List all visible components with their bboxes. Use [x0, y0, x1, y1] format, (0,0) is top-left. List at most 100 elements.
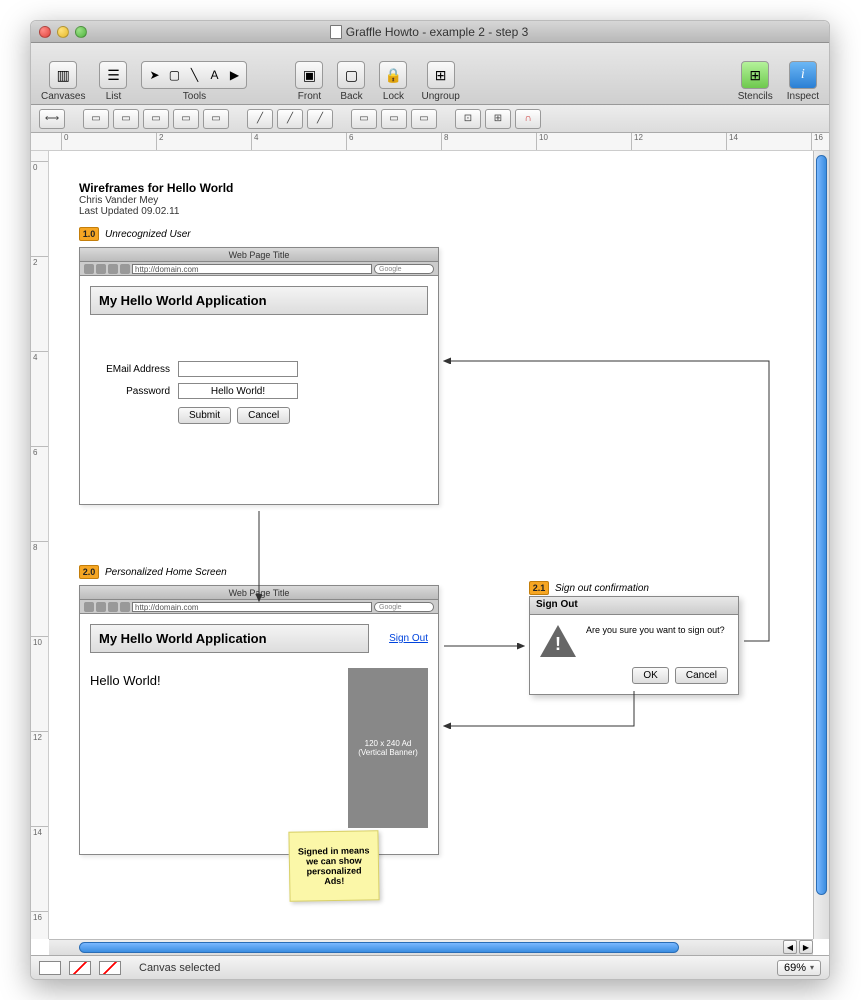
main-toolbar: ▥ Canvases ☰ List ➤ ▢ ╲ A ▶ Tools ▣ Fron… — [31, 43, 829, 105]
search-bar: Google — [374, 264, 434, 274]
browser-navbar: http://domain.com Google — [80, 262, 438, 276]
shadow-swatch[interactable] — [99, 961, 121, 975]
app-title: My Hello World Application — [90, 286, 428, 315]
app-title-2: My Hello World Application — [90, 624, 369, 653]
window-title-text: Graffle Howto - example 2 - step 3 — [346, 25, 529, 39]
more-tools-icon[interactable]: ▶ — [225, 65, 243, 85]
dialog-title: Sign Out — [530, 597, 738, 615]
document-icon — [330, 25, 342, 39]
browser-chrome: Web Page Title — [80, 248, 438, 262]
magnet-button[interactable]: ∩ — [515, 109, 541, 129]
toolbar-back[interactable]: ▢ Back — [337, 61, 365, 102]
nav-fwd-icon — [96, 264, 106, 274]
toolbar-front[interactable]: ▣ Front — [295, 61, 323, 102]
step-21-badge: 2.1 — [529, 581, 549, 595]
toolbar-ungroup[interactable]: ⊞ Ungroup — [421, 61, 459, 102]
nav-reload-icon — [108, 264, 118, 274]
nav-back-icon — [84, 264, 94, 274]
toolbar-list[interactable]: ☰ List — [99, 61, 127, 102]
wireframe-login[interactable]: Web Page Title http://domain.com Google … — [79, 247, 439, 505]
endpoint-3-button[interactable]: ▭ — [411, 109, 437, 129]
nav-back-icon — [84, 602, 94, 612]
send-back-icon: ▢ — [337, 61, 365, 89]
scrollbar-v-thumb[interactable] — [816, 155, 827, 895]
style-2-button[interactable]: ▭ — [113, 109, 139, 129]
step-21-header: 2.1 Sign out confirmation — [529, 581, 649, 595]
step-1-header: 1.0 Unrecognized User — [79, 227, 191, 241]
email-label: EMail Address — [90, 364, 170, 375]
toolbar-lock[interactable]: 🔒 Lock — [379, 61, 407, 102]
ruler-horizontal: 0 2 4 6 8 10 12 14 16 — [31, 133, 829, 151]
nav-stop-icon — [120, 264, 130, 274]
doc-title: Wireframes for Hello World — [79, 181, 783, 195]
inspect-icon: i — [789, 61, 817, 89]
step-2-header: 2.0 Personalized Home Screen — [79, 565, 227, 579]
signout-dialog[interactable]: Sign Out ! Are you sure you want to sign… — [529, 596, 739, 695]
email-field[interactable] — [178, 361, 298, 377]
toolbar-inspect[interactable]: i Inspect — [787, 61, 819, 102]
warning-icon: ! — [540, 625, 576, 657]
scroll-left-icon[interactable]: ◀ — [783, 940, 797, 954]
browser-chrome-2: Web Page Title — [80, 586, 438, 600]
scrollbar-h-thumb[interactable] — [79, 942, 679, 953]
snap-button[interactable]: ⊡ — [455, 109, 481, 129]
sign-out-link[interactable]: Sign Out — [389, 633, 428, 644]
step-2-badge: 2.0 — [79, 565, 99, 579]
toolbar-tools[interactable]: ➤ ▢ ╲ A ▶ Tools — [141, 61, 247, 102]
format-toolbar: ⟷ ▭ ▭ ▭ ▭ ▭ ╱ ╱ ╱ ▭ ▭ ▭ ⊡ ⊞ ∩ — [31, 105, 829, 133]
step-1-badge: 1.0 — [79, 227, 99, 241]
dialog-ok-button[interactable]: OK — [632, 667, 668, 684]
stroke-swatch[interactable] — [69, 961, 91, 975]
style-5-button[interactable]: ▭ — [203, 109, 229, 129]
app-window: Graffle Howto - example 2 - step 3 ▥ Can… — [30, 20, 830, 980]
align-button[interactable]: ⟷ — [39, 109, 65, 129]
submit-button[interactable]: Submit — [178, 407, 231, 424]
pointer-tool-icon[interactable]: ➤ — [145, 65, 163, 85]
style-3-button[interactable]: ▭ — [143, 109, 169, 129]
wireframe-home[interactable]: Web Page Title http://domain.com Google … — [79, 585, 439, 855]
bring-front-icon: ▣ — [295, 61, 323, 89]
endpoint-2-button[interactable]: ▭ — [381, 109, 407, 129]
close-icon[interactable] — [39, 26, 51, 38]
titlebar: Graffle Howto - example 2 - step 3 — [31, 21, 829, 43]
minimize-icon[interactable] — [57, 26, 69, 38]
password-label: Password — [90, 386, 170, 397]
toolbar-stencils[interactable]: ⊞ Stencils — [738, 61, 773, 102]
doc-author: Chris Vander Mey — [79, 195, 783, 206]
cancel-button[interactable]: Cancel — [237, 407, 290, 424]
line-tool-icon[interactable]: ╲ — [185, 65, 203, 85]
url-bar-2: http://domain.com — [132, 602, 372, 612]
line-style-2-button[interactable]: ╱ — [277, 109, 303, 129]
line-style-3-button[interactable]: ╱ — [307, 109, 333, 129]
scrollbar-vertical[interactable] — [813, 151, 829, 939]
scrollbar-horizontal[interactable]: ◀ ▶ — [49, 939, 813, 955]
grid-button[interactable]: ⊞ — [485, 109, 511, 129]
toolbar-canvases[interactable]: ▥ Canvases — [41, 61, 85, 102]
dialog-message: Are you sure you want to sign out? — [586, 625, 725, 635]
line-style-1-button[interactable]: ╱ — [247, 109, 273, 129]
style-4-button[interactable]: ▭ — [173, 109, 199, 129]
text-tool-icon[interactable]: A — [205, 65, 223, 85]
shape-tool-icon[interactable]: ▢ — [165, 65, 183, 85]
password-field[interactable] — [178, 383, 298, 399]
url-bar: http://domain.com — [132, 264, 372, 274]
zoom-control[interactable]: 69% — [777, 960, 821, 976]
dialog-cancel-button[interactable]: Cancel — [675, 667, 728, 684]
list-icon: ☰ — [99, 61, 127, 89]
fill-swatch[interactable] — [39, 961, 61, 975]
nav-fwd-icon — [96, 602, 106, 612]
lock-icon: 🔒 — [379, 61, 407, 89]
endpoint-1-button[interactable]: ▭ — [351, 109, 377, 129]
ad-placeholder: 120 x 240 Ad (Vertical Banner) — [348, 668, 428, 828]
style-1-button[interactable]: ▭ — [83, 109, 109, 129]
scroll-right-icon[interactable]: ▶ — [799, 940, 813, 954]
canvases-icon: ▥ — [49, 61, 77, 89]
browser-navbar-2: http://domain.com Google — [80, 600, 438, 614]
status-text: Canvas selected — [139, 962, 220, 974]
canvas[interactable]: Wireframes for Hello World Chris Vander … — [49, 151, 813, 939]
zoom-icon[interactable] — [75, 26, 87, 38]
search-bar-2: Google — [374, 602, 434, 612]
sticky-note[interactable]: Signed in means we can show personalized… — [288, 830, 379, 902]
nav-reload-icon — [108, 602, 118, 612]
window-title: Graffle Howto - example 2 - step 3 — [87, 25, 771, 39]
